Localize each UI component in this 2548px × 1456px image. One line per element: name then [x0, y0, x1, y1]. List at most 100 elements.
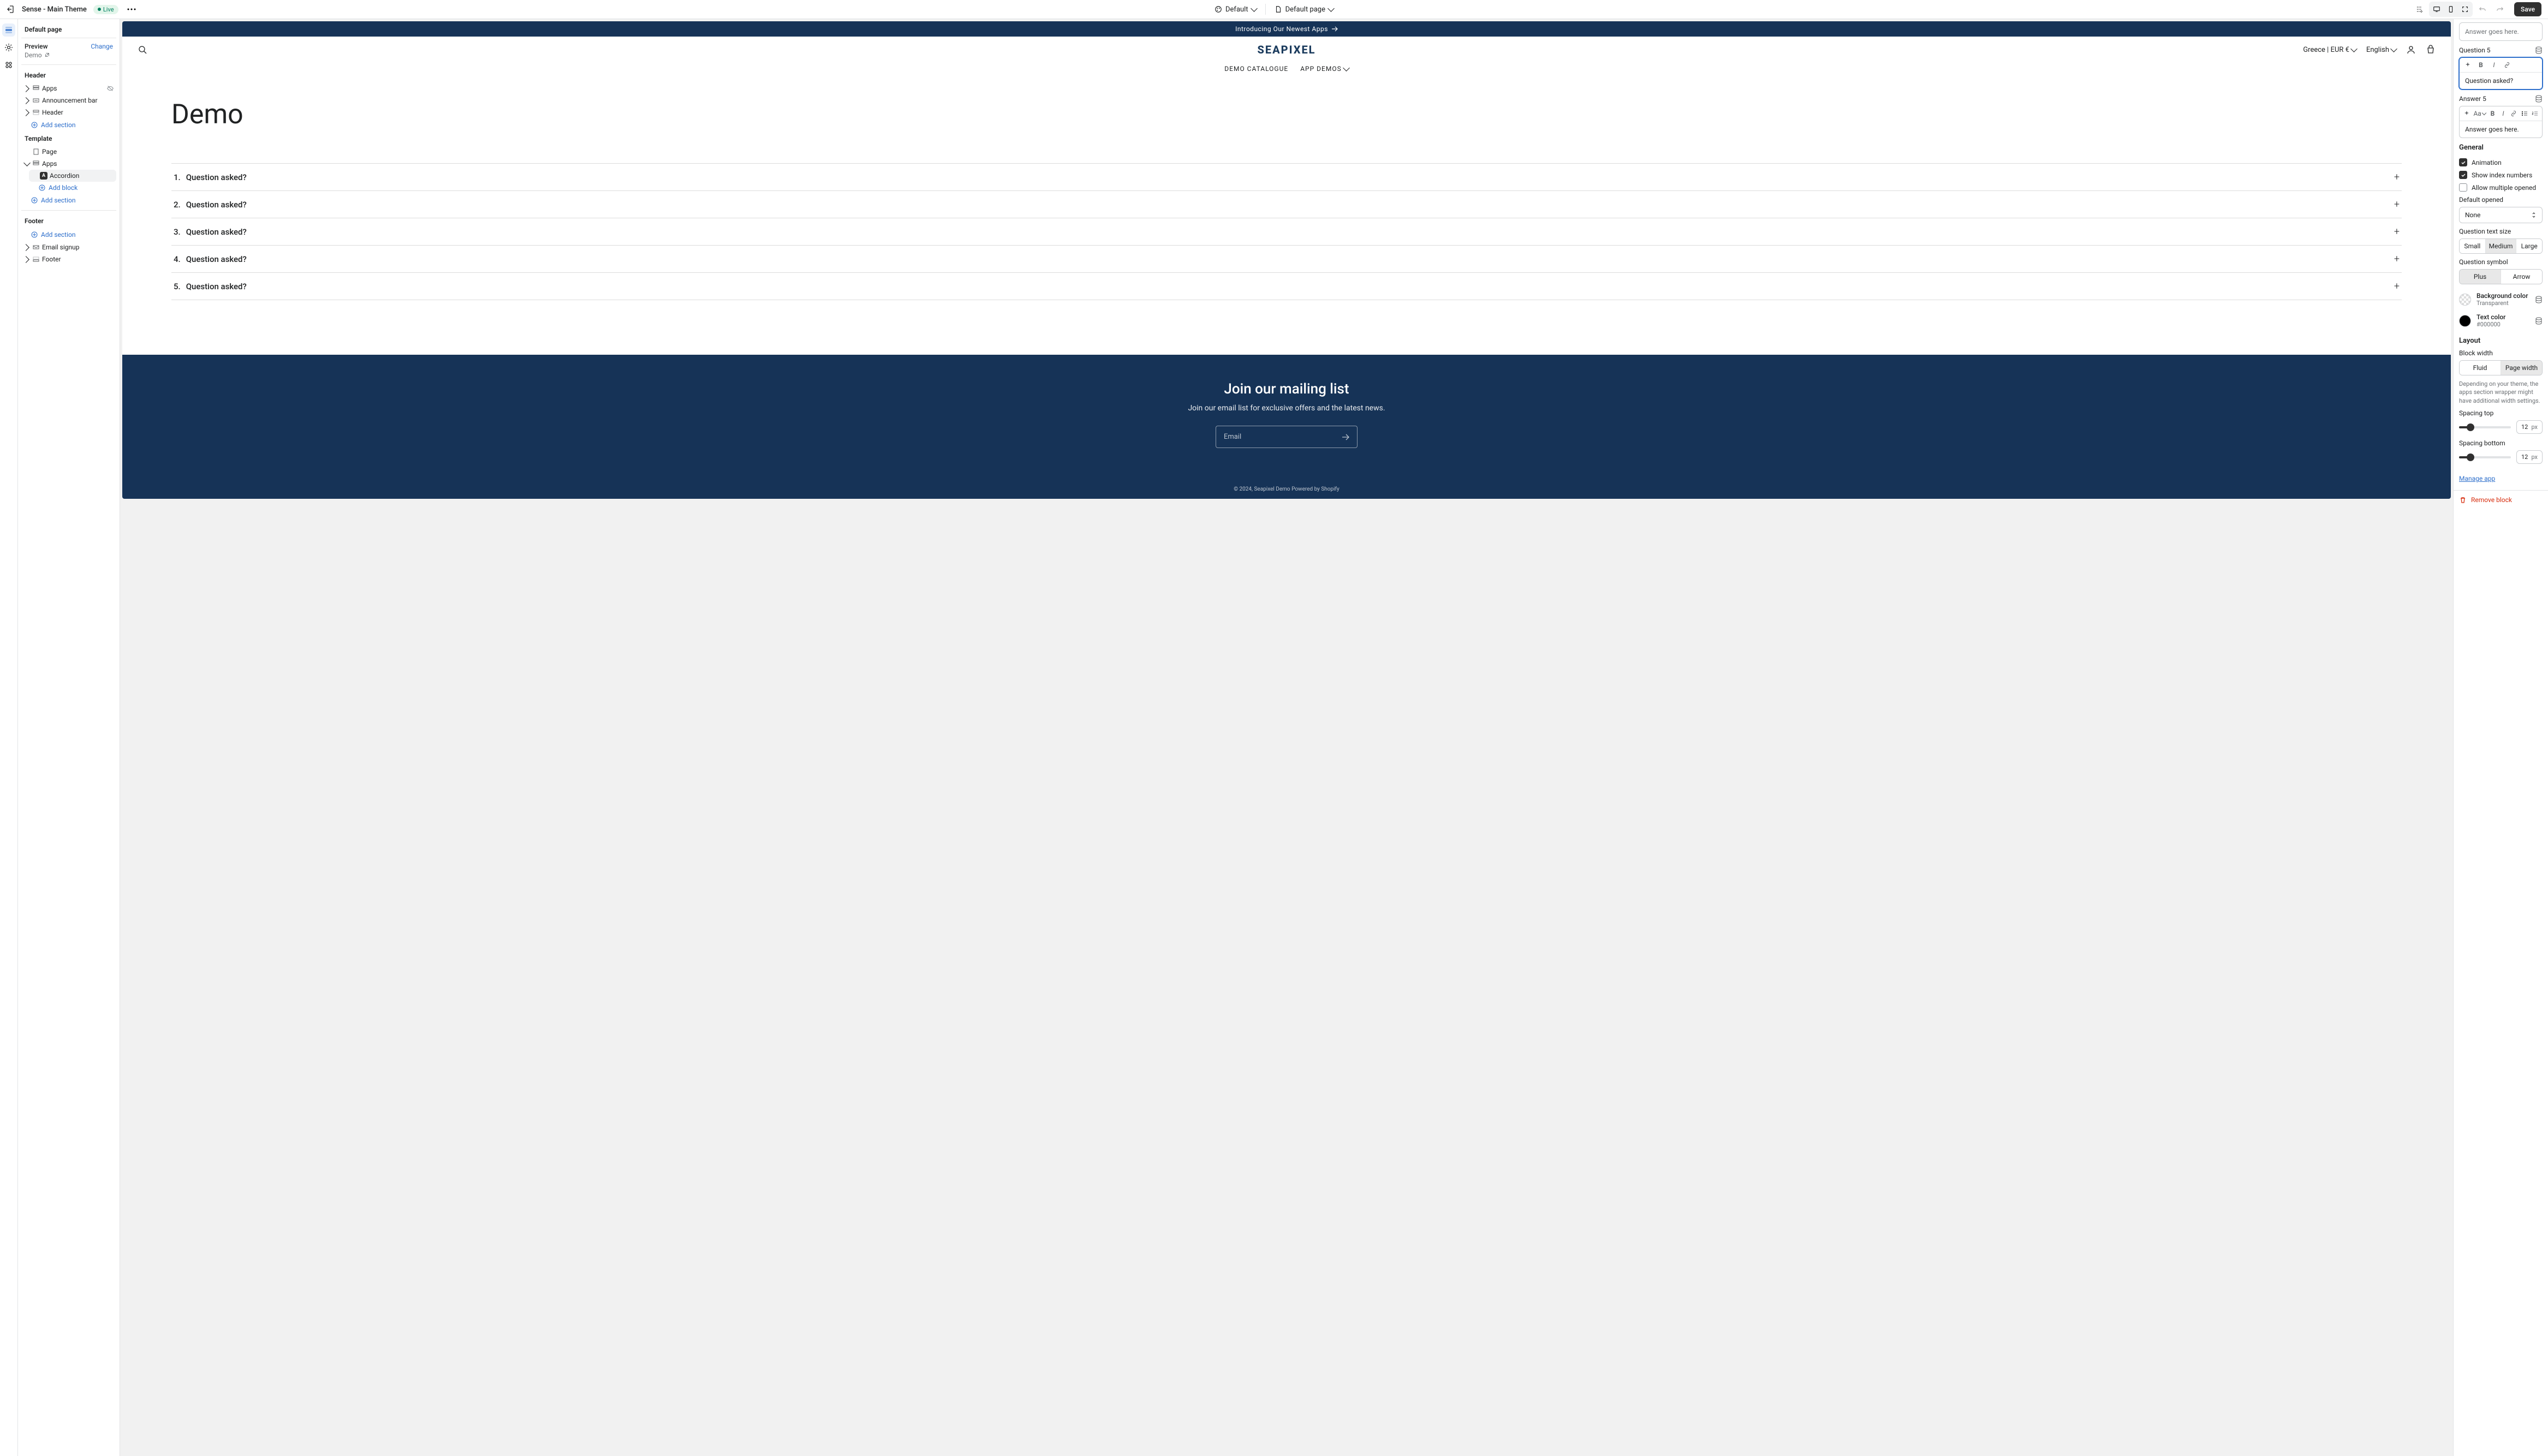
- header-group-label: Header: [21, 68, 116, 82]
- section-icon: [32, 244, 40, 250]
- default-opened-select[interactable]: None: [2459, 207, 2543, 223]
- show-index-checkbox[interactable]: Show index numbers: [2459, 169, 2543, 181]
- more-actions-button[interactable]: [125, 6, 138, 13]
- cart-button[interactable]: [2426, 45, 2436, 55]
- color-swatch: [2459, 315, 2471, 327]
- database-icon: [2535, 46, 2543, 54]
- add-block-button[interactable]: Add block: [37, 182, 116, 194]
- size-medium[interactable]: Medium: [2485, 239, 2516, 253]
- symbol-arrow[interactable]: Arrow: [2501, 270, 2542, 284]
- desktop-view-button[interactable]: [2430, 3, 2443, 16]
- accordion-item-2[interactable]: 2.Question asked?+: [171, 191, 2402, 218]
- question-5-editor[interactable]: B I Question asked?: [2459, 57, 2543, 89]
- link-button[interactable]: [2510, 109, 2517, 118]
- italic-button[interactable]: I: [2489, 60, 2499, 70]
- nav-demo-catalogue[interactable]: DEMO CATALOGUE: [1224, 65, 1288, 73]
- theme-settings-tab[interactable]: [2, 41, 15, 54]
- spacing-top-slider[interactable]: [2459, 426, 2511, 428]
- italic-button[interactable]: I: [2499, 109, 2507, 118]
- page-content: Demo: [122, 80, 2451, 163]
- add-section-footer[interactable]: Add section: [21, 228, 116, 241]
- paragraph-dropdown[interactable]: Aa: [2473, 109, 2485, 118]
- sidebar: Default page Preview Change Demo Header …: [18, 19, 120, 1456]
- section-apps-header[interactable]: Apps: [21, 82, 116, 94]
- dynamic-source-button[interactable]: [2535, 317, 2543, 325]
- save-button[interactable]: Save: [2514, 2, 2541, 16]
- bg-color-row[interactable]: Background color Transparent: [2459, 289, 2543, 310]
- plus-icon: +: [2394, 171, 2400, 183]
- country-selector[interactable]: Greece | EUR €: [2303, 46, 2356, 54]
- language-selector[interactable]: English: [2366, 46, 2396, 54]
- ai-button[interactable]: [2463, 109, 2470, 118]
- accordion-item-5[interactable]: 5.Question asked?+: [171, 273, 2402, 300]
- exit-editor-button[interactable]: [7, 5, 15, 14]
- dynamic-source-button[interactable]: [2535, 95, 2543, 103]
- undo-button[interactable]: [2475, 2, 2490, 17]
- answer-5-label: Answer 5: [2459, 95, 2486, 103]
- dynamic-source-button[interactable]: [2535, 296, 2543, 303]
- accordion-item-1[interactable]: 1.Question asked?+: [171, 163, 2402, 191]
- link-button[interactable]: [2502, 60, 2512, 70]
- bold-button[interactable]: B: [2489, 109, 2496, 118]
- trash-icon: [2459, 496, 2467, 504]
- section-announcement-bar[interactable]: Announcement bar: [21, 94, 116, 106]
- animation-checkbox[interactable]: Animation: [2459, 156, 2543, 169]
- announcement-bar[interactable]: Introducing Our Newest Apps: [122, 21, 2451, 37]
- sections-tab[interactable]: [2, 23, 15, 37]
- ai-button[interactable]: [2463, 60, 2473, 70]
- section-icon: [32, 148, 40, 155]
- exit-icon: [7, 5, 15, 14]
- accordion-item-3[interactable]: 3.Question asked?+: [171, 218, 2402, 246]
- fullscreen-button[interactable]: [2458, 3, 2472, 16]
- site-nav: DEMO CATALOGUE APP DEMOS: [122, 63, 2451, 80]
- block-accordion[interactable]: A Accordion: [29, 170, 116, 182]
- scheme-dropdown[interactable]: Default: [1215, 5, 1257, 14]
- account-button[interactable]: [2406, 45, 2416, 55]
- spacing-bottom-input[interactable]: 12px: [2516, 450, 2543, 464]
- section-header[interactable]: Header: [21, 106, 116, 118]
- allow-multiple-checkbox[interactable]: Allow multiple opened: [2459, 181, 2543, 194]
- block-icon: A: [40, 172, 47, 180]
- search-button[interactable]: [138, 45, 147, 55]
- width-fluid[interactable]: Fluid: [2460, 361, 2501, 375]
- remove-block-button[interactable]: Remove block: [2454, 490, 2548, 509]
- symbol-plus[interactable]: Plus: [2460, 270, 2501, 284]
- spacing-bottom-slider[interactable]: [2459, 456, 2511, 458]
- width-page[interactable]: Page width: [2501, 361, 2542, 375]
- answer-5-editor[interactable]: Aa B I Answer goes here.: [2459, 106, 2543, 138]
- size-small[interactable]: Small: [2460, 239, 2485, 253]
- bold-button[interactable]: B: [2476, 60, 2486, 70]
- redo-button[interactable]: [2492, 2, 2508, 17]
- inspector-toggle[interactable]: [2412, 2, 2427, 17]
- dynamic-source-button[interactable]: [2535, 46, 2543, 54]
- section-footer[interactable]: Footer: [21, 253, 116, 265]
- section-apps-template[interactable]: Apps: [21, 158, 116, 170]
- nav-app-demos[interactable]: APP DEMOS: [1300, 65, 1349, 73]
- add-section-template[interactable]: Add section: [21, 194, 116, 207]
- answer-4-field[interactable]: Answer goes here.: [2459, 22, 2543, 41]
- preview-page-link[interactable]: Demo: [21, 50, 116, 65]
- mobile-view-button[interactable]: [2444, 3, 2457, 16]
- section-page[interactable]: Page: [21, 146, 116, 158]
- change-preview-link[interactable]: Change: [91, 43, 113, 50]
- size-large[interactable]: Large: [2516, 239, 2542, 253]
- section-email-signup[interactable]: Email signup: [21, 241, 116, 253]
- answer-5-input[interactable]: Answer goes here.: [2460, 121, 2542, 138]
- number-list-button[interactable]: [2532, 109, 2539, 118]
- accordion-item-4[interactable]: 4.Question asked?+: [171, 246, 2402, 273]
- plus-icon: +: [2394, 199, 2400, 210]
- manage-app-link[interactable]: Manage app: [2459, 475, 2495, 482]
- question-5-input[interactable]: Question asked?: [2460, 73, 2542, 89]
- hidden-icon[interactable]: [106, 85, 114, 92]
- email-signup-input[interactable]: Email: [1216, 426, 1358, 448]
- site-logo[interactable]: SEAPIXEL: [1257, 43, 1315, 56]
- apps-tab[interactable]: [2, 58, 15, 71]
- page-dropdown[interactable]: Default page: [1275, 5, 1333, 14]
- bullet-list-button[interactable]: [2521, 109, 2528, 118]
- text-color-row[interactable]: Text color #000000: [2459, 310, 2543, 331]
- add-section-header[interactable]: Add section: [21, 118, 116, 132]
- spacing-top-input[interactable]: 12px: [2516, 420, 2543, 434]
- sidebar-title: Default page: [21, 25, 116, 38]
- more-icon: [127, 8, 136, 10]
- sparkle-icon: [2463, 110, 2470, 117]
